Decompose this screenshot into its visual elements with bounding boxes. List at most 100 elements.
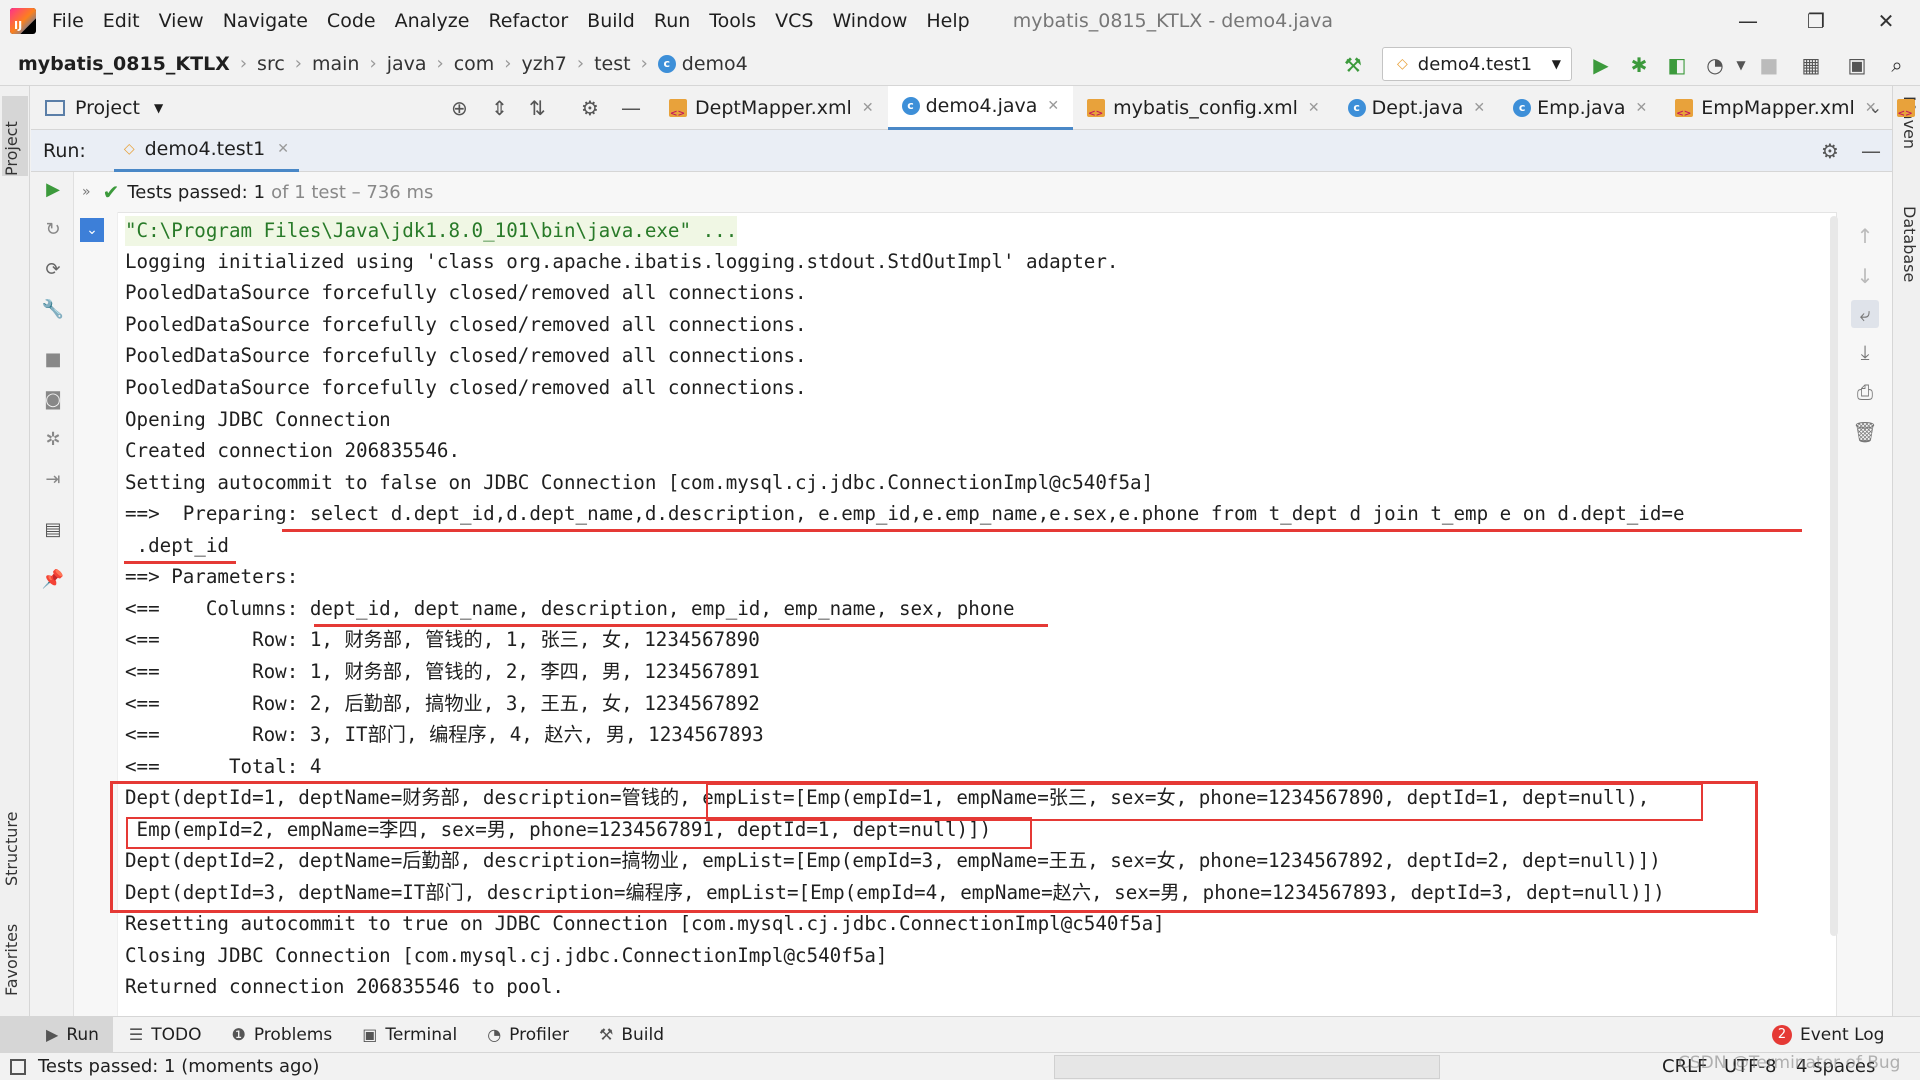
locate-icon[interactable]: ⊕ bbox=[451, 96, 468, 120]
close-tab-icon[interactable]: ✕ bbox=[1636, 100, 1648, 116]
chevron-right-icon: › bbox=[436, 53, 444, 74]
menu-file[interactable]: File bbox=[52, 10, 84, 32]
run-icon[interactable]: ▶ bbox=[1588, 52, 1614, 78]
breadcrumb-src[interactable]: src bbox=[257, 53, 285, 75]
console-line: PooledDataSource forcefully closed/remov… bbox=[125, 281, 807, 304]
folder-icon bbox=[45, 99, 65, 116]
breadcrumb-demo4[interactable]: demo4 bbox=[682, 53, 748, 75]
tab-empmapper-xml[interactable]: EmpMapper.xml ✕ bbox=[1661, 86, 1890, 130]
scroll-to-end-icon[interactable]: ⤓ bbox=[1851, 338, 1879, 366]
menu-analyze[interactable]: Analyze bbox=[395, 10, 470, 32]
tab-emp-java[interactable]: c Emp.java ✕ bbox=[1499, 86, 1661, 130]
watermark: CSDN @Terminator of Bug bbox=[1678, 1053, 1901, 1073]
hide-icon[interactable]: — bbox=[1861, 139, 1881, 163]
scrollbar[interactable] bbox=[1830, 216, 1838, 936]
collapse-all-icon[interactable]: ⇅ bbox=[529, 96, 546, 120]
tab-dept-java[interactable]: c Dept.java ✕ bbox=[1334, 86, 1499, 130]
tab-mybatis-config-xml[interactable]: mybatis_config.xml ✕ bbox=[1073, 86, 1334, 130]
bottom-tab-profiler[interactable]: ◔ Profiler bbox=[487, 1025, 569, 1045]
debug-icon[interactable]: ✱ bbox=[1626, 52, 1652, 78]
close-tab-icon[interactable]: ✕ bbox=[862, 100, 874, 116]
toggle-auto-test-icon[interactable]: ⟳ bbox=[41, 258, 65, 282]
chevron-right-icon: › bbox=[640, 53, 648, 74]
bottom-tool-tabs: ▶ Run ☰ TODO ❶ Problems ▣ Terminal ◔ Pro… bbox=[0, 1016, 1920, 1053]
close-window-icon[interactable]: ✕ bbox=[1866, 6, 1906, 36]
dropdown-arrow-icon[interactable]: ▼ bbox=[154, 101, 163, 115]
layout-icon[interactable]: ▣ bbox=[1844, 52, 1870, 78]
breadcrumb-test[interactable]: test bbox=[594, 53, 631, 75]
bottom-tab-terminal[interactable]: ▣ Terminal bbox=[362, 1025, 457, 1045]
wrench-icon[interactable]: 🔧 bbox=[41, 298, 65, 322]
menu-code[interactable]: Code bbox=[327, 10, 376, 32]
profile-icon[interactable]: ◔ bbox=[1702, 52, 1728, 78]
chevron-down-icon[interactable]: ⌄ bbox=[1869, 98, 1882, 117]
close-tab-icon[interactable]: ✕ bbox=[1308, 100, 1320, 116]
layout-icon[interactable]: ▤ bbox=[41, 518, 65, 542]
tab-demo4-java[interactable]: c demo4.java ✕ bbox=[887, 85, 1074, 130]
rerun-icon[interactable]: ▶ bbox=[41, 178, 65, 202]
menu-view[interactable]: View bbox=[159, 10, 204, 32]
console-line: Resetting autocommit to true on JDBC Con… bbox=[125, 912, 1165, 935]
tab-deptmapper-xml[interactable]: DeptMapper.xml ✕ bbox=[655, 86, 888, 130]
console-line: "C:\Program Files\Java\jdk1.8.0_101\bin\… bbox=[125, 216, 738, 246]
expand-icon[interactable]: » bbox=[82, 184, 91, 200]
editor-tabs: DeptMapper.xml ✕ c demo4.java ✕ mybatis_… bbox=[655, 85, 1915, 130]
console-side-toolbar: ↑ ↓ ⤶ ⤓ ⎙ 🗑 bbox=[1836, 212, 1892, 1016]
event-log-button[interactable]: 2 Event Log bbox=[1772, 1024, 1884, 1045]
menu-navigate[interactable]: Navigate bbox=[223, 10, 308, 32]
database-tool-tab[interactable]: Database bbox=[1895, 206, 1919, 316]
console-line-row: <== Row: 1, 财务部, 管钱的, 2, 李四, 男, 12345678… bbox=[125, 660, 760, 683]
bottom-tab-problems[interactable]: ❶ Problems bbox=[232, 1025, 333, 1045]
project-panel-label[interactable]: Project bbox=[75, 97, 140, 119]
info-icon: ❶ bbox=[231, 1025, 246, 1044]
menu-build[interactable]: Build bbox=[587, 10, 635, 32]
menu-tools[interactable]: Tools bbox=[709, 10, 756, 32]
menu-refactor[interactable]: Refactor bbox=[488, 10, 568, 32]
bottom-tab-run[interactable]: ▶ Run bbox=[0, 1016, 113, 1053]
breadcrumb-yzh7[interactable]: yzh7 bbox=[522, 53, 567, 75]
breadcrumb-com[interactable]: com bbox=[454, 53, 495, 75]
run-toolbar: ▶ ↻ ⟳ 🔧 ■ ◙ ✲ ⇥ ▤ 📌 bbox=[31, 172, 74, 1016]
console-line: PooledDataSource forcefully closed/remov… bbox=[125, 313, 807, 336]
menu-vcs[interactable]: VCS bbox=[775, 10, 813, 32]
menu-window[interactable]: Window bbox=[832, 10, 907, 32]
close-tab-icon[interactable]: ✕ bbox=[1473, 100, 1485, 116]
pin-icon[interactable]: 📌 bbox=[41, 568, 65, 592]
minimize-icon[interactable]: — bbox=[1728, 6, 1768, 36]
project-structure-icon[interactable]: ▦ bbox=[1798, 52, 1824, 78]
structure-tool-tab[interactable]: Structure bbox=[2, 776, 28, 886]
search-icon[interactable]: ⌕ bbox=[1884, 52, 1910, 78]
fold-icon[interactable]: ⌄ bbox=[80, 218, 104, 242]
run-tab-demo4-test1[interactable]: ◇ demo4.test1 ✕ bbox=[113, 130, 299, 172]
gear-icon[interactable]: ⚙ bbox=[1821, 139, 1839, 163]
expand-all-icon[interactable]: ⇕ bbox=[491, 96, 508, 120]
toggle-tool-windows-icon[interactable] bbox=[10, 1058, 26, 1075]
menu-edit[interactable]: Edit bbox=[103, 10, 140, 32]
tab-overflow[interactable] bbox=[1891, 86, 1920, 130]
favorites-tool-tab[interactable]: Favorites bbox=[2, 896, 28, 996]
breadcrumb-main[interactable]: main bbox=[312, 53, 359, 75]
run-config-label: demo4.test1 bbox=[1417, 53, 1533, 75]
menu-run[interactable]: Run bbox=[654, 10, 690, 32]
close-tab-icon[interactable]: ✕ bbox=[277, 141, 289, 157]
run-config-select[interactable]: ◇ demo4.test1 ▼ bbox=[1382, 47, 1572, 81]
rerun-failed-icon: ↻ bbox=[45, 219, 61, 240]
restore-icon[interactable]: ❐ bbox=[1796, 6, 1836, 36]
build-hammer-icon[interactable]: ⚒ bbox=[1340, 52, 1366, 78]
project-tool-tab[interactable]: Project bbox=[2, 96, 28, 176]
chevron-right-icon: › bbox=[369, 53, 377, 74]
window-title: mybatis_0815_KTLX - demo4.java bbox=[1012, 10, 1334, 32]
menu-help[interactable]: Help bbox=[926, 10, 969, 32]
print-icon[interactable]: ⎙ bbox=[1851, 378, 1879, 406]
bottom-tab-todo[interactable]: ☰ TODO bbox=[129, 1025, 202, 1045]
trash-icon[interactable]: 🗑 bbox=[1851, 418, 1879, 446]
coverage-icon[interactable]: ◧ bbox=[1664, 52, 1690, 78]
breadcrumb-java[interactable]: java bbox=[387, 53, 427, 75]
soft-wrap-icon[interactable]: ⤶ bbox=[1851, 300, 1879, 328]
hide-icon[interactable]: — bbox=[621, 96, 641, 120]
close-tab-icon[interactable]: ✕ bbox=[1047, 98, 1059, 114]
profile-dropdown-icon[interactable]: ▼ bbox=[1728, 52, 1754, 78]
bottom-tab-build[interactable]: ⚒ Build bbox=[599, 1025, 664, 1045]
gear-icon[interactable]: ⚙ bbox=[581, 96, 599, 120]
breadcrumb-project[interactable]: mybatis_0815_KTLX bbox=[18, 53, 230, 75]
